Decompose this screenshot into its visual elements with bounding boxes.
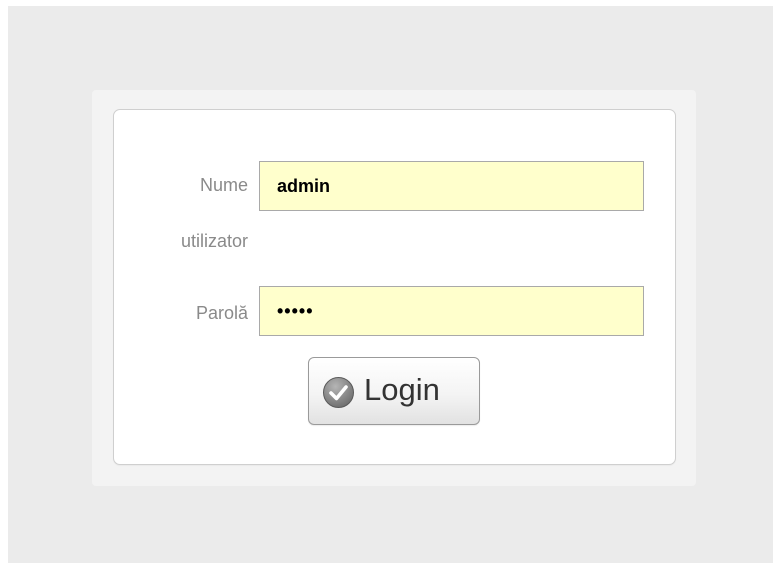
login-button[interactable]: Login <box>308 357 480 425</box>
login-button-label: Login <box>364 372 440 407</box>
login-form: Nume utilizator Parolă Login <box>113 109 676 465</box>
username-label-line1: Nume <box>199 175 248 195</box>
check-icon <box>322 376 355 409</box>
password-input[interactable] <box>259 286 644 336</box>
password-label: Parolă <box>195 303 248 323</box>
username-label-line2: utilizator <box>180 231 248 251</box>
username-label: Nume utilizator <box>148 174 248 251</box>
username-input[interactable] <box>259 161 644 211</box>
